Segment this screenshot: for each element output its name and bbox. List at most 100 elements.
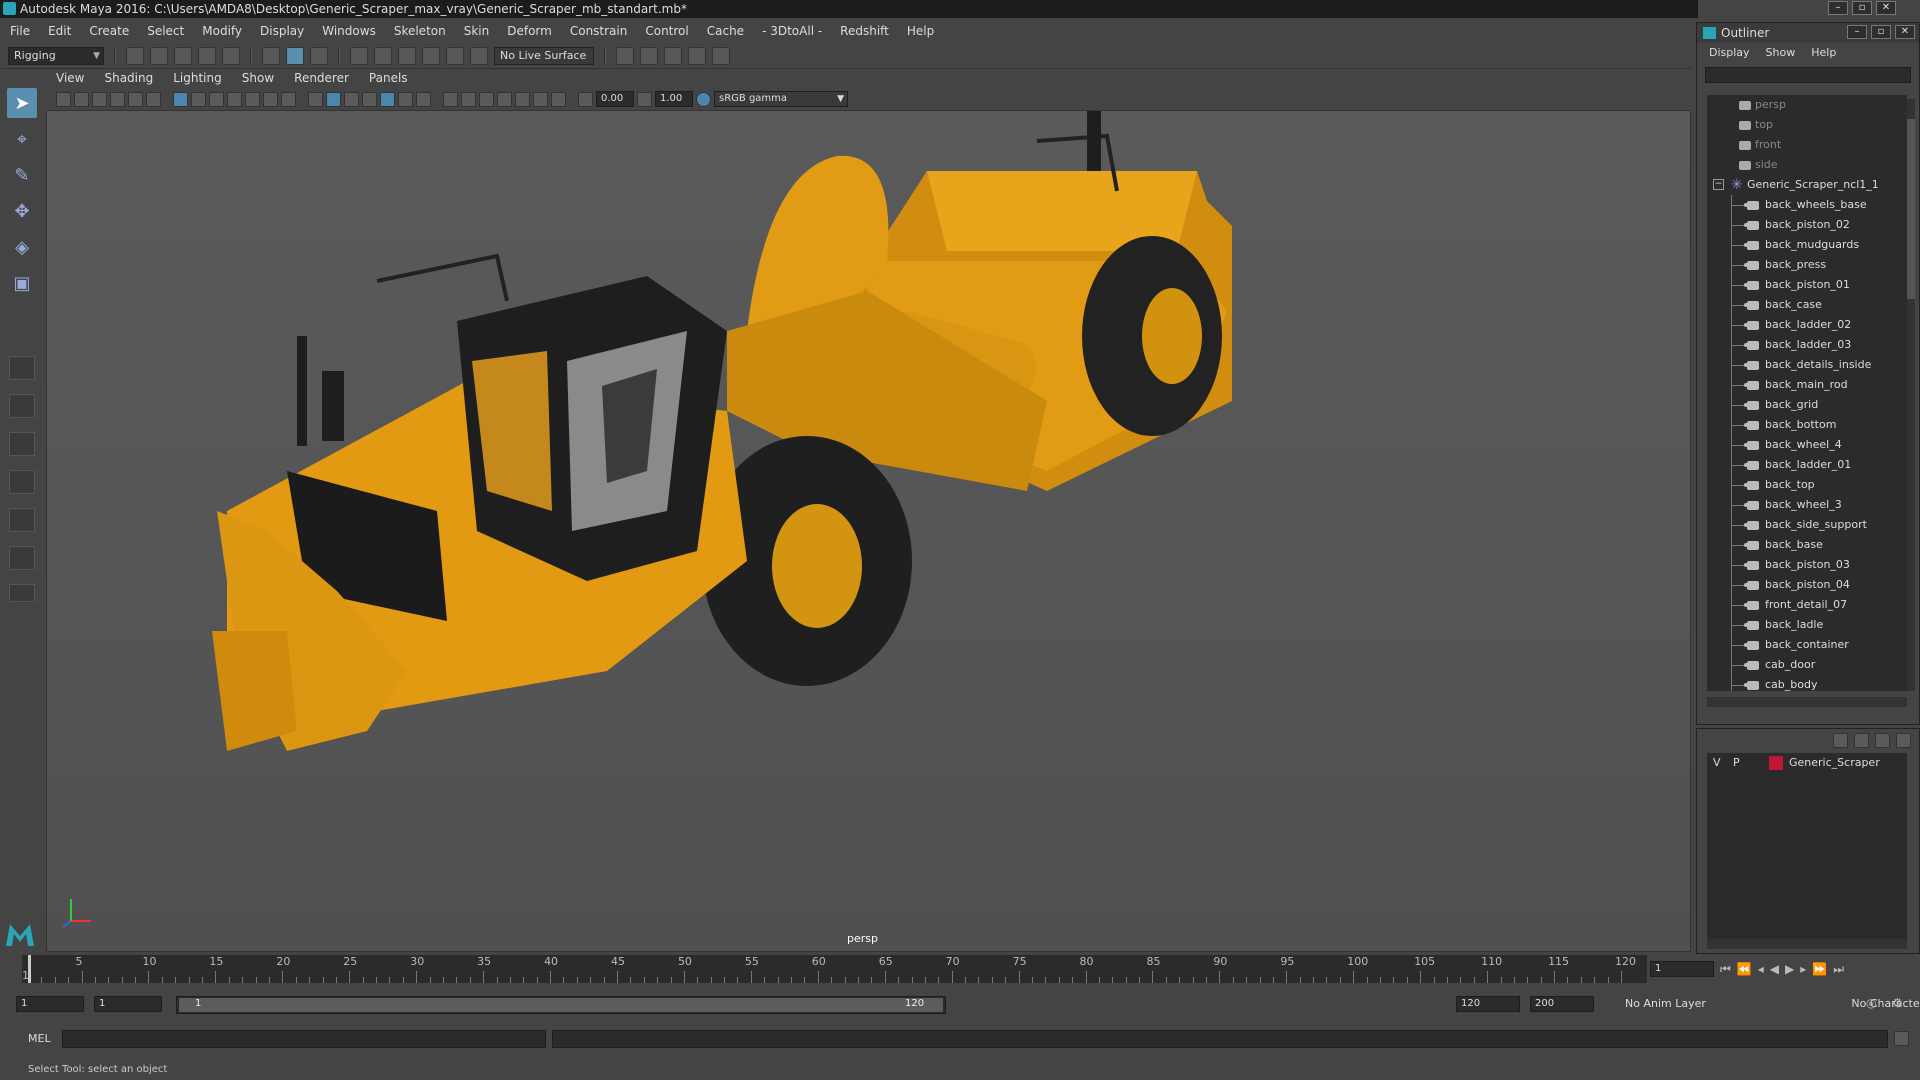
script-editor-icon[interactable] [1894,1031,1909,1046]
step-back-frame-icon[interactable]: ◂ [1758,962,1764,976]
outliner-mesh-item[interactable]: back_container [1707,635,1907,655]
command-input[interactable] [62,1030,546,1048]
xray-components-icon[interactable] [551,91,566,107]
xray-icon[interactable] [515,91,530,107]
snap-view-icon[interactable] [446,46,464,65]
anim-layer-dropdown[interactable]: No Anim Layer [1620,997,1711,1010]
outliner-mesh-item[interactable]: back_case [1707,295,1907,315]
hypershade-layout-icon[interactable] [9,546,35,570]
wireframe-on-shaded-icon[interactable] [344,91,359,107]
move-layer-up-icon[interactable] [1833,733,1848,748]
rotate-tool-icon[interactable]: ◈ [7,232,37,262]
isolate-select-icon[interactable] [497,91,512,107]
lights-icon[interactable] [380,91,395,107]
view-transform-dropdown[interactable]: sRGB gamma ▼ [714,91,848,107]
render-settings-icon[interactable] [688,46,706,65]
menu-deform[interactable]: Deform [507,24,552,38]
gamma-icon[interactable] [637,91,652,107]
outliner-mesh-item[interactable]: back_side_support [1707,515,1907,535]
custom-layout-icon[interactable] [9,584,35,602]
outliner-menu-display[interactable]: Display [1709,43,1750,63]
outliner-minimize-button[interactable]: – [1847,25,1867,39]
maximize-button[interactable]: ▫ [1852,1,1872,15]
motion-blur-icon[interactable] [443,91,458,107]
xray-joints-icon[interactable] [533,91,548,107]
outliner-mesh-item[interactable]: back_bottom [1707,415,1907,435]
outliner-search-input[interactable] [1705,67,1911,83]
snap-point-icon[interactable] [398,46,416,65]
outliner-mesh-item[interactable]: back_mudguards [1707,235,1907,255]
field-chart-icon[interactable] [245,91,260,107]
safe-action-icon[interactable] [263,91,278,107]
film-gate-icon[interactable] [191,91,206,107]
outliner-mesh-item[interactable]: back_grid [1707,395,1907,415]
play-forwards-icon[interactable]: ▶ [1785,962,1794,976]
select-component-icon[interactable] [310,46,328,65]
ambient-occlusion-icon[interactable] [416,91,431,107]
menu-help[interactable]: Help [907,24,934,38]
outliner-camera-item[interactable]: side [1707,155,1907,175]
snap-surface-icon[interactable] [422,46,440,65]
menu-redshift[interactable]: Redshift [840,24,889,38]
select-object-icon[interactable] [286,46,304,65]
animation-preferences-icon[interactable]: ⚙ [1892,996,1903,1010]
current-time-indicator[interactable] [28,955,31,983]
menu-skeleton[interactable]: Skeleton [394,24,446,38]
two-pane-layout-icon[interactable] [9,432,35,456]
outliner-menu-show[interactable]: Show [1766,43,1796,63]
2d-pan-zoom-icon[interactable] [128,91,143,107]
layer-row[interactable]: V P Generic_Scraper [1707,753,1907,773]
camera-attributes-icon[interactable] [74,91,89,107]
grease-pencil-icon[interactable] [146,91,161,107]
save-scene-icon[interactable] [174,46,192,65]
scrollbar-thumb[interactable] [1907,119,1915,299]
go-to-end-icon[interactable]: ⏭ [1833,962,1844,977]
auto-key-icon[interactable]: ◎ [1866,996,1876,1010]
undo-icon[interactable] [198,46,216,65]
collapse-toggle-icon[interactable]: − [1713,179,1724,190]
bookmark-icon[interactable] [92,91,107,107]
outliner-mesh-item[interactable]: back_piston_02 [1707,215,1907,235]
script-language-label[interactable]: MEL [28,1032,51,1045]
range-slider-bar[interactable] [179,998,943,1012]
playback-end-field[interactable]: 120 [1456,996,1520,1012]
gate-mask-icon[interactable] [227,91,242,107]
step-back-key-icon[interactable]: ⏪ [1737,962,1752,976]
outliner-mesh-item[interactable]: back_details_inside [1707,355,1907,375]
menu-file[interactable]: File [10,24,30,38]
outliner-mesh-item[interactable]: back_press [1707,255,1907,275]
anti-aliasing-icon[interactable] [461,91,476,107]
step-forward-frame-icon[interactable]: ▸ [1800,962,1806,976]
layer-color-swatch[interactable] [1769,756,1783,770]
new-layer-icon[interactable] [1875,733,1890,748]
outliner-camera-item[interactable]: top [1707,115,1907,135]
current-frame-field[interactable]: 1 [1650,961,1714,977]
safe-title-icon[interactable] [281,91,296,107]
outliner-maximize-button[interactable]: ▫ [1871,25,1891,39]
menu-windows[interactable]: Windows [322,24,376,38]
menu-control[interactable]: Control [645,24,688,38]
menu-constrain[interactable]: Constrain [570,24,628,38]
outliner-mesh-item[interactable]: back_main_rod [1707,375,1907,395]
snap-curve-icon[interactable] [374,46,392,65]
outliner-horizontal-scrollbar[interactable] [1707,697,1907,707]
outliner-mesh-item[interactable]: cab_body [1707,675,1907,691]
outliner-mesh-item[interactable]: front_detail_07 [1707,595,1907,615]
outliner-menu-help[interactable]: Help [1811,43,1836,63]
go-to-start-icon[interactable]: ⏮ [1720,962,1731,977]
four-pane-layout-icon[interactable] [9,394,35,418]
new-layer-selected-icon[interactable] [1896,733,1911,748]
panel-menu-show[interactable]: Show [242,71,274,87]
range-slider[interactable]: 1 120 [176,996,946,1014]
outliner-mesh-item[interactable]: back_ladder_03 [1707,335,1907,355]
menu-set-dropdown[interactable]: Rigging ▼ [8,46,104,65]
outliner-mesh-item[interactable]: back_wheel_3 [1707,495,1907,515]
time-slider[interactable]: 1 5 10 15 20 25 30 35 40 45 50 55 60 65 70 75 80 85 90 95 10… [22,955,1647,983]
step-forward-key-icon[interactable]: ⏩ [1812,962,1827,976]
close-button[interactable]: ✕ [1876,1,1896,15]
outliner-mesh-item[interactable]: back_piston_03 [1707,555,1907,575]
depth-of-field-icon[interactable] [479,91,494,107]
menu-3dtoall[interactable]: - 3DtoAll - [762,24,822,38]
camera-select-icon[interactable] [56,91,71,107]
smooth-shade-icon[interactable] [326,91,341,107]
